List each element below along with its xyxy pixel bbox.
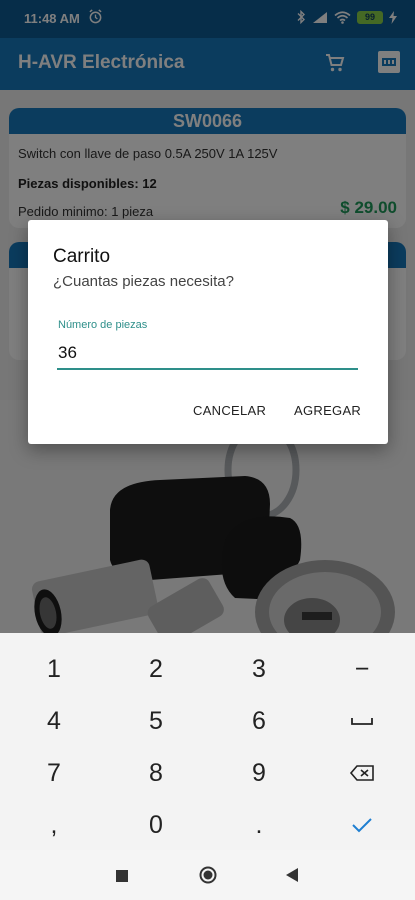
- quantity-input[interactable]: [57, 338, 358, 370]
- dialog-title: Carrito: [53, 246, 111, 267]
- key-backspace[interactable]: [332, 747, 392, 799]
- key-2[interactable]: 2: [126, 643, 186, 695]
- navigation-bar: [0, 850, 415, 900]
- key-8[interactable]: 8: [126, 747, 186, 799]
- key-4[interactable]: 4: [24, 695, 84, 747]
- backspace-icon: [349, 765, 374, 781]
- back-icon: [286, 868, 298, 882]
- key-9[interactable]: 9: [229, 747, 289, 799]
- key-space[interactable]: [332, 695, 392, 747]
- dialog-message: ¿Cuantas piezas necesita?: [53, 273, 234, 290]
- numeric-keyboard: 1 2 3 − 4 5 6 7 8 9 , 0 .: [0, 633, 415, 850]
- checkmark-icon: [352, 818, 372, 833]
- cart-dialog: Carrito ¿Cuantas piezas necesita? Número…: [28, 220, 388, 444]
- back-button[interactable]: [286, 868, 298, 887]
- key-done[interactable]: [332, 799, 392, 851]
- key-minus[interactable]: −: [332, 643, 392, 695]
- home-icon: [199, 866, 217, 884]
- space-icon: [351, 718, 373, 725]
- key-0[interactable]: 0: [126, 799, 186, 851]
- key-5[interactable]: 5: [126, 695, 186, 747]
- key-1[interactable]: 1: [24, 643, 84, 695]
- add-button[interactable]: AGREGAR: [294, 403, 361, 418]
- home-button[interactable]: [199, 866, 217, 889]
- key-3[interactable]: 3: [229, 643, 289, 695]
- quantity-field-label: Número de piezas: [58, 319, 148, 331]
- recents-button[interactable]: [116, 869, 128, 887]
- recents-icon: [116, 870, 128, 882]
- key-period[interactable]: .: [229, 799, 289, 851]
- key-6[interactable]: 6: [229, 695, 289, 747]
- cancel-button[interactable]: CANCELAR: [193, 403, 266, 418]
- key-comma[interactable]: ,: [24, 799, 84, 851]
- key-7[interactable]: 7: [24, 747, 84, 799]
